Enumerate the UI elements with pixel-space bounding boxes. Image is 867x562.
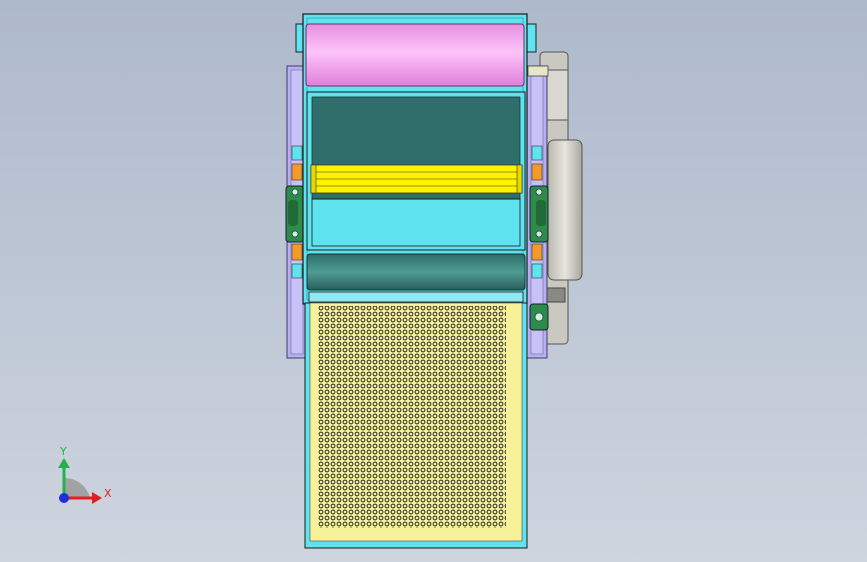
pulley-hub [545,69,569,121]
cutter-blades [310,164,523,194]
left-orange-block-2 [291,243,303,261]
hopper-light-section [311,198,521,247]
large-pulley [547,139,583,281]
right-cyan-block-2 [531,263,543,279]
y-axis-arrow-head [58,458,70,468]
cad-viewport[interactable]: Y X [0,0,867,562]
right-orange-block-2 [531,243,543,261]
right-bearing-bolt-bottom [535,230,543,238]
right-side-plate [526,65,549,359]
y-axis-label: Y [59,445,67,458]
x-axis-label: X [104,487,112,500]
z-axis-dot [59,493,69,503]
left-cyan-block-2 [291,263,303,279]
shaft-coupling [527,65,549,77]
left-cyan-block-1 [291,145,303,161]
feed-roller-top [305,23,525,87]
motor-mount [546,287,566,303]
right-bearing-bolt-top [535,188,543,196]
frame-bottom-bar [308,291,524,303]
axis-triad: Y X [58,445,112,504]
sieve-holes [318,306,506,528]
right-orange-block-1 [531,163,543,181]
left-orange-block-1 [291,163,303,181]
discharge-roller [306,253,526,291]
right-cyan-block-1 [531,145,543,161]
x-axis-arrow-head [92,492,102,504]
sieve-screen [304,302,528,549]
left-bearing-bolt-top [291,188,299,196]
left-bearing-bolt-bottom [291,230,299,238]
